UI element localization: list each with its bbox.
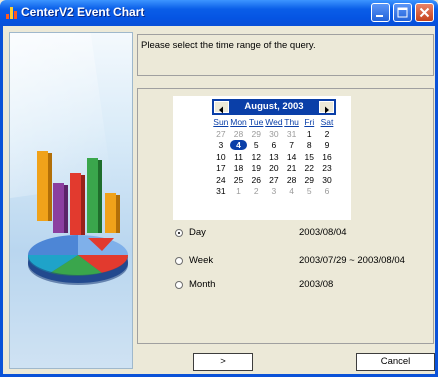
calendar-day[interactable]: 1 [230,186,248,198]
calendar-day[interactable]: 5 [247,140,265,152]
calendar-grid: Sun Mon Tue Wed Thu Fri Sat 27 28 29 30 … [212,117,336,198]
calendar-day[interactable]: 3 [212,140,230,152]
instruction-text: Please select the time range of the quer… [141,40,316,51]
side-illustration [9,32,133,369]
weekday-header: Sun [213,117,229,128]
radio-week-label[interactable]: Week [189,255,213,266]
calendar-day[interactable]: 30 [265,129,283,141]
calendar-day[interactable]: 5 [300,186,318,198]
calendar-header: August, 2003 [212,99,336,115]
calendar-day[interactable]: 28 [283,175,301,187]
calendar-day[interactable]: 11 [230,152,248,164]
radio-day[interactable] [175,229,183,237]
weekday-header: Mon [230,117,247,128]
next-button[interactable]: > [193,353,253,371]
info-panel: Please select the time range of the quer… [137,34,434,76]
radio-month-label[interactable]: Month [189,279,215,290]
calendar-day[interactable]: 31 [283,129,301,141]
calendar-day[interactable]: 4 [283,186,301,198]
minimize-icon [376,15,383,17]
calendar-day[interactable]: 29 [247,129,265,141]
calendar-day[interactable]: 27 [265,175,283,187]
calendar-day[interactable]: 7 [283,140,301,152]
calendar-day[interactable]: 9 [318,140,336,152]
calendar-day[interactable]: 19 [247,163,265,175]
calendar-day[interactable]: 18 [230,163,248,175]
calendar-day[interactable]: 1 [300,129,318,141]
window-frame-left [0,26,3,377]
bar-chart-icon [6,7,17,19]
calendar-day[interactable]: 31 [212,186,230,198]
calendar-day[interactable]: 25 [230,175,248,187]
next-month-button[interactable] [319,101,334,114]
calendar-day[interactable]: 2 [247,186,265,198]
calendar-day[interactable]: 26 [247,175,265,187]
week-range-value: 2003/07/29 ~ 2003/08/04 [299,255,405,266]
prev-month-button[interactable] [214,101,229,114]
calendar-day[interactable]: 8 [300,140,318,152]
calendar-day[interactable]: 15 [300,152,318,164]
chart-illustration-icon [27,151,129,285]
maximize-button[interactable] [393,3,412,22]
calendar-day[interactable]: 13 [265,152,283,164]
radio-dot-icon [178,232,180,234]
close-button[interactable] [415,3,434,22]
calendar-day[interactable]: 10 [212,152,230,164]
calendar-day[interactable]: 12 [247,152,265,164]
calendar-day[interactable]: 27 [212,129,230,141]
weekday-header: Thu [284,117,299,128]
minimize-button[interactable] [371,3,390,22]
weekday-header: Tue [249,117,264,128]
close-icon [419,7,430,18]
calendar-day[interactable]: 3 [265,186,283,198]
calendar-day[interactable]: 21 [283,163,301,175]
calendar-day[interactable]: 29 [300,175,318,187]
maximize-icon [397,7,408,18]
weekday-header: Sat [320,117,334,128]
calendar-day[interactable]: 16 [318,152,336,164]
day-range-value: 2003/08/04 [299,227,347,238]
calendar-day[interactable]: 14 [283,152,301,164]
calendar-day-selected[interactable]: 4 [230,140,248,152]
calendar-day[interactable]: 28 [230,129,248,141]
radio-month[interactable] [175,281,183,289]
title-bar[interactable]: CenterV2 Event Chart [0,0,438,26]
triangle-right-icon [325,106,329,114]
calendar-day[interactable]: 17 [212,163,230,175]
calendar-day[interactable]: 6 [318,186,336,198]
calendar-day[interactable]: 20 [265,163,283,175]
triangle-left-icon [219,106,223,114]
weekday-header: Wed [265,117,283,128]
calendar-day[interactable]: 30 [318,175,336,187]
weekday-header: Fri [304,117,315,128]
radio-week[interactable] [175,257,183,265]
month-range-value: 2003/08 [299,279,334,290]
cancel-button[interactable]: Cancel [356,353,435,371]
calendar-day[interactable]: 22 [300,163,318,175]
calendar-day[interactable]: 2 [318,129,336,141]
calendar-month-label: August, 2003 [244,101,304,112]
calendar-day[interactable]: 23 [318,163,336,175]
calendar-day[interactable]: 6 [265,140,283,152]
calendar-day[interactable]: 24 [212,175,230,187]
month-calendar[interactable]: August, 2003 Sun Mon Tue Wed Thu Fri Sat… [173,96,351,220]
selected-day-label: 4 [230,140,248,151]
window-title: CenterV2 Event Chart [21,5,145,19]
radio-day-label[interactable]: Day [189,227,206,238]
